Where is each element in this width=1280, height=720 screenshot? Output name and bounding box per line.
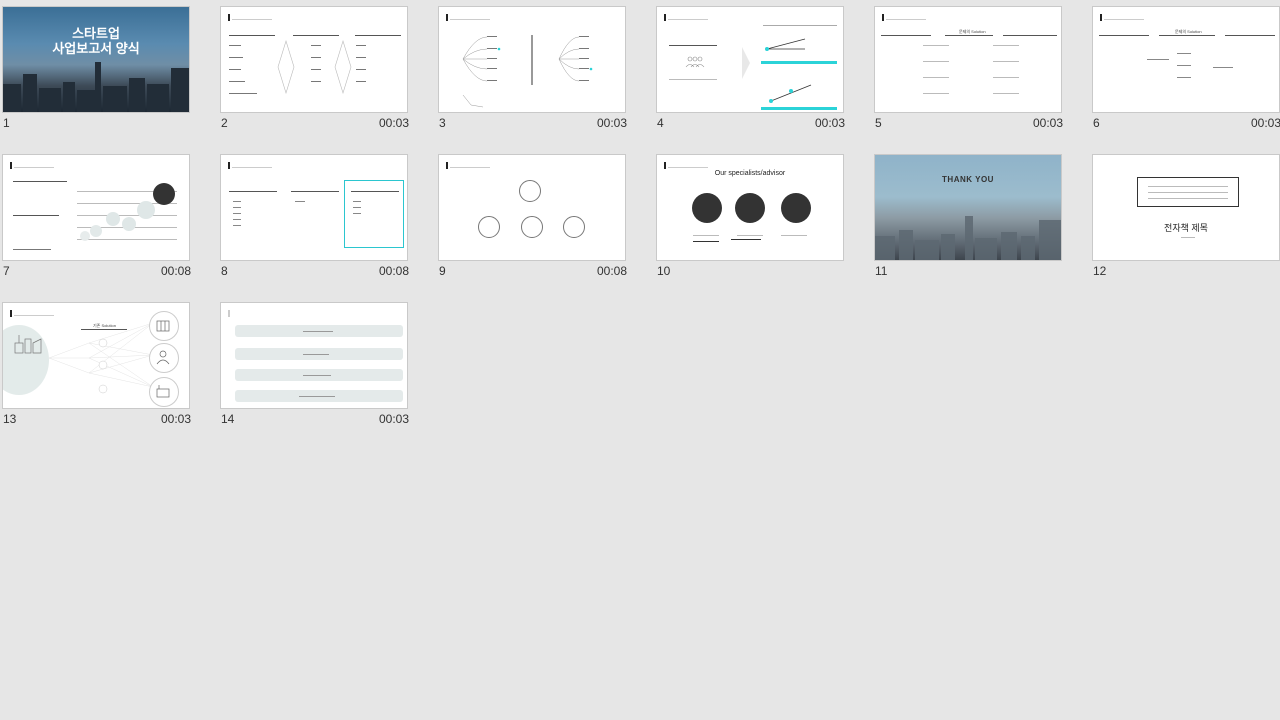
slide-number: 11 — [875, 264, 888, 278]
text-frame — [1137, 177, 1239, 207]
slide-title: 사업보고서 양식 — [52, 41, 140, 56]
slide-number: 13 — [3, 412, 17, 426]
diamond-shape — [277, 39, 295, 95]
slide-number: 2 — [221, 116, 228, 130]
slide-8[interactable]: 8 00:08 — [219, 149, 409, 279]
tree-diagram — [462, 35, 593, 108]
factory-icon — [156, 385, 170, 398]
slide-thumbnail[interactable] — [2, 154, 190, 261]
slide-timing: 00:03 — [378, 116, 409, 130]
slide-7[interactable]: 7 00:08 — [1, 149, 191, 279]
slide-thumbnail[interactable] — [656, 6, 844, 113]
slide-heading: 전자책 제목 — [1164, 223, 1208, 233]
person-icon — [156, 350, 170, 365]
building-icon — [156, 320, 170, 332]
slide-thumbnail[interactable]: Our specialists/advisor — [656, 154, 844, 261]
connection-lines — [765, 38, 812, 103]
slide-13[interactable]: 기존 Solution 13 00:03 — [1, 297, 191, 427]
slide-5[interactable]: 문제의 Solution 5 00:03 — [873, 1, 1063, 131]
arrow-shape — [742, 47, 750, 79]
slide-6[interactable]: 문제의 Solution 6 00:03 — [1091, 1, 1280, 131]
slide-number: 7 — [3, 264, 10, 278]
slide-number: 14 — [221, 412, 235, 426]
slide-12[interactable]: 전자책 제목 12 — [1091, 149, 1280, 279]
slide-timing: 00:03 — [160, 412, 191, 426]
slide-number: 6 — [1093, 116, 1100, 130]
slide-thumbnail[interactable]: THANK YOU — [874, 154, 1062, 261]
slide-number: 12 — [1093, 264, 1107, 278]
slide-thumbnail[interactable]: 전자책 제목 — [1092, 154, 1280, 261]
city-skyline-image — [3, 57, 189, 112]
slide-number: 5 — [875, 116, 882, 130]
slide-number: 9 — [439, 264, 446, 278]
slide-14[interactable]: 14 00:03 — [219, 297, 409, 427]
slide-thumbnail[interactable]: 스타트업 사업보고서 양식 — [2, 6, 190, 113]
slide-heading: Our specialists/advisor — [714, 170, 786, 177]
slide-4[interactable]: 4 00:03 — [655, 1, 845, 131]
slide-number: 8 — [221, 264, 228, 278]
slide-heading: THANK YOU — [942, 175, 994, 184]
slide-title: 스타트업 — [72, 26, 120, 41]
slide-number: 4 — [657, 116, 664, 130]
slide-thumbnail[interactable] — [438, 6, 626, 113]
slide-timing: 00:08 — [160, 264, 191, 278]
slide-timing: 00:08 — [596, 264, 627, 278]
slide-timing: 00:03 — [814, 116, 845, 130]
people-icon — [685, 56, 705, 68]
slide-11[interactable]: THANK YOU 11 — [873, 149, 1063, 279]
slide-timing: 00:03 — [596, 116, 627, 130]
slide-thumbnail[interactable]: 문제의 Solution — [874, 6, 1062, 113]
slide-10[interactable]: Our specialists/advisor 10 — [655, 149, 845, 279]
slide-thumbnail[interactable]: 기존 Solution — [2, 302, 190, 409]
slide-9[interactable]: 9 00:08 — [437, 149, 627, 279]
slide-timing: 00:03 — [1250, 116, 1280, 130]
city-skyline-image — [875, 205, 1061, 260]
slide-thumbnail[interactable] — [220, 154, 408, 261]
slide-thumbnail[interactable] — [438, 154, 626, 261]
diamond-shape — [334, 39, 352, 95]
slide-thumbnail[interactable]: 문제의 Solution — [1092, 6, 1280, 113]
slide-number: 3 — [439, 116, 446, 130]
slide-number: 10 — [657, 264, 671, 278]
slide-3[interactable]: 3 00:03 — [437, 1, 627, 131]
slide-thumbnail[interactable] — [220, 6, 408, 113]
slide-timing: 00:03 — [1032, 116, 1063, 130]
slide-1[interactable]: 스타트업 사업보고서 양식 1 — [1, 1, 191, 131]
slide-number: 1 — [3, 116, 10, 130]
slide-timing: 00:08 — [378, 264, 409, 278]
slide-2[interactable]: 2 00:03 — [219, 1, 409, 131]
slide-timing: 00:03 — [378, 412, 409, 426]
slide-thumbnail[interactable] — [220, 302, 408, 409]
column-header: 문제의 Solution — [959, 29, 986, 34]
column-header: 문제의 Solution — [1175, 29, 1202, 34]
slide-sorter-grid: 스타트업 사업보고서 양식 1 2 00:03 3 00:03 4 00:03 … — [0, 0, 1280, 720]
